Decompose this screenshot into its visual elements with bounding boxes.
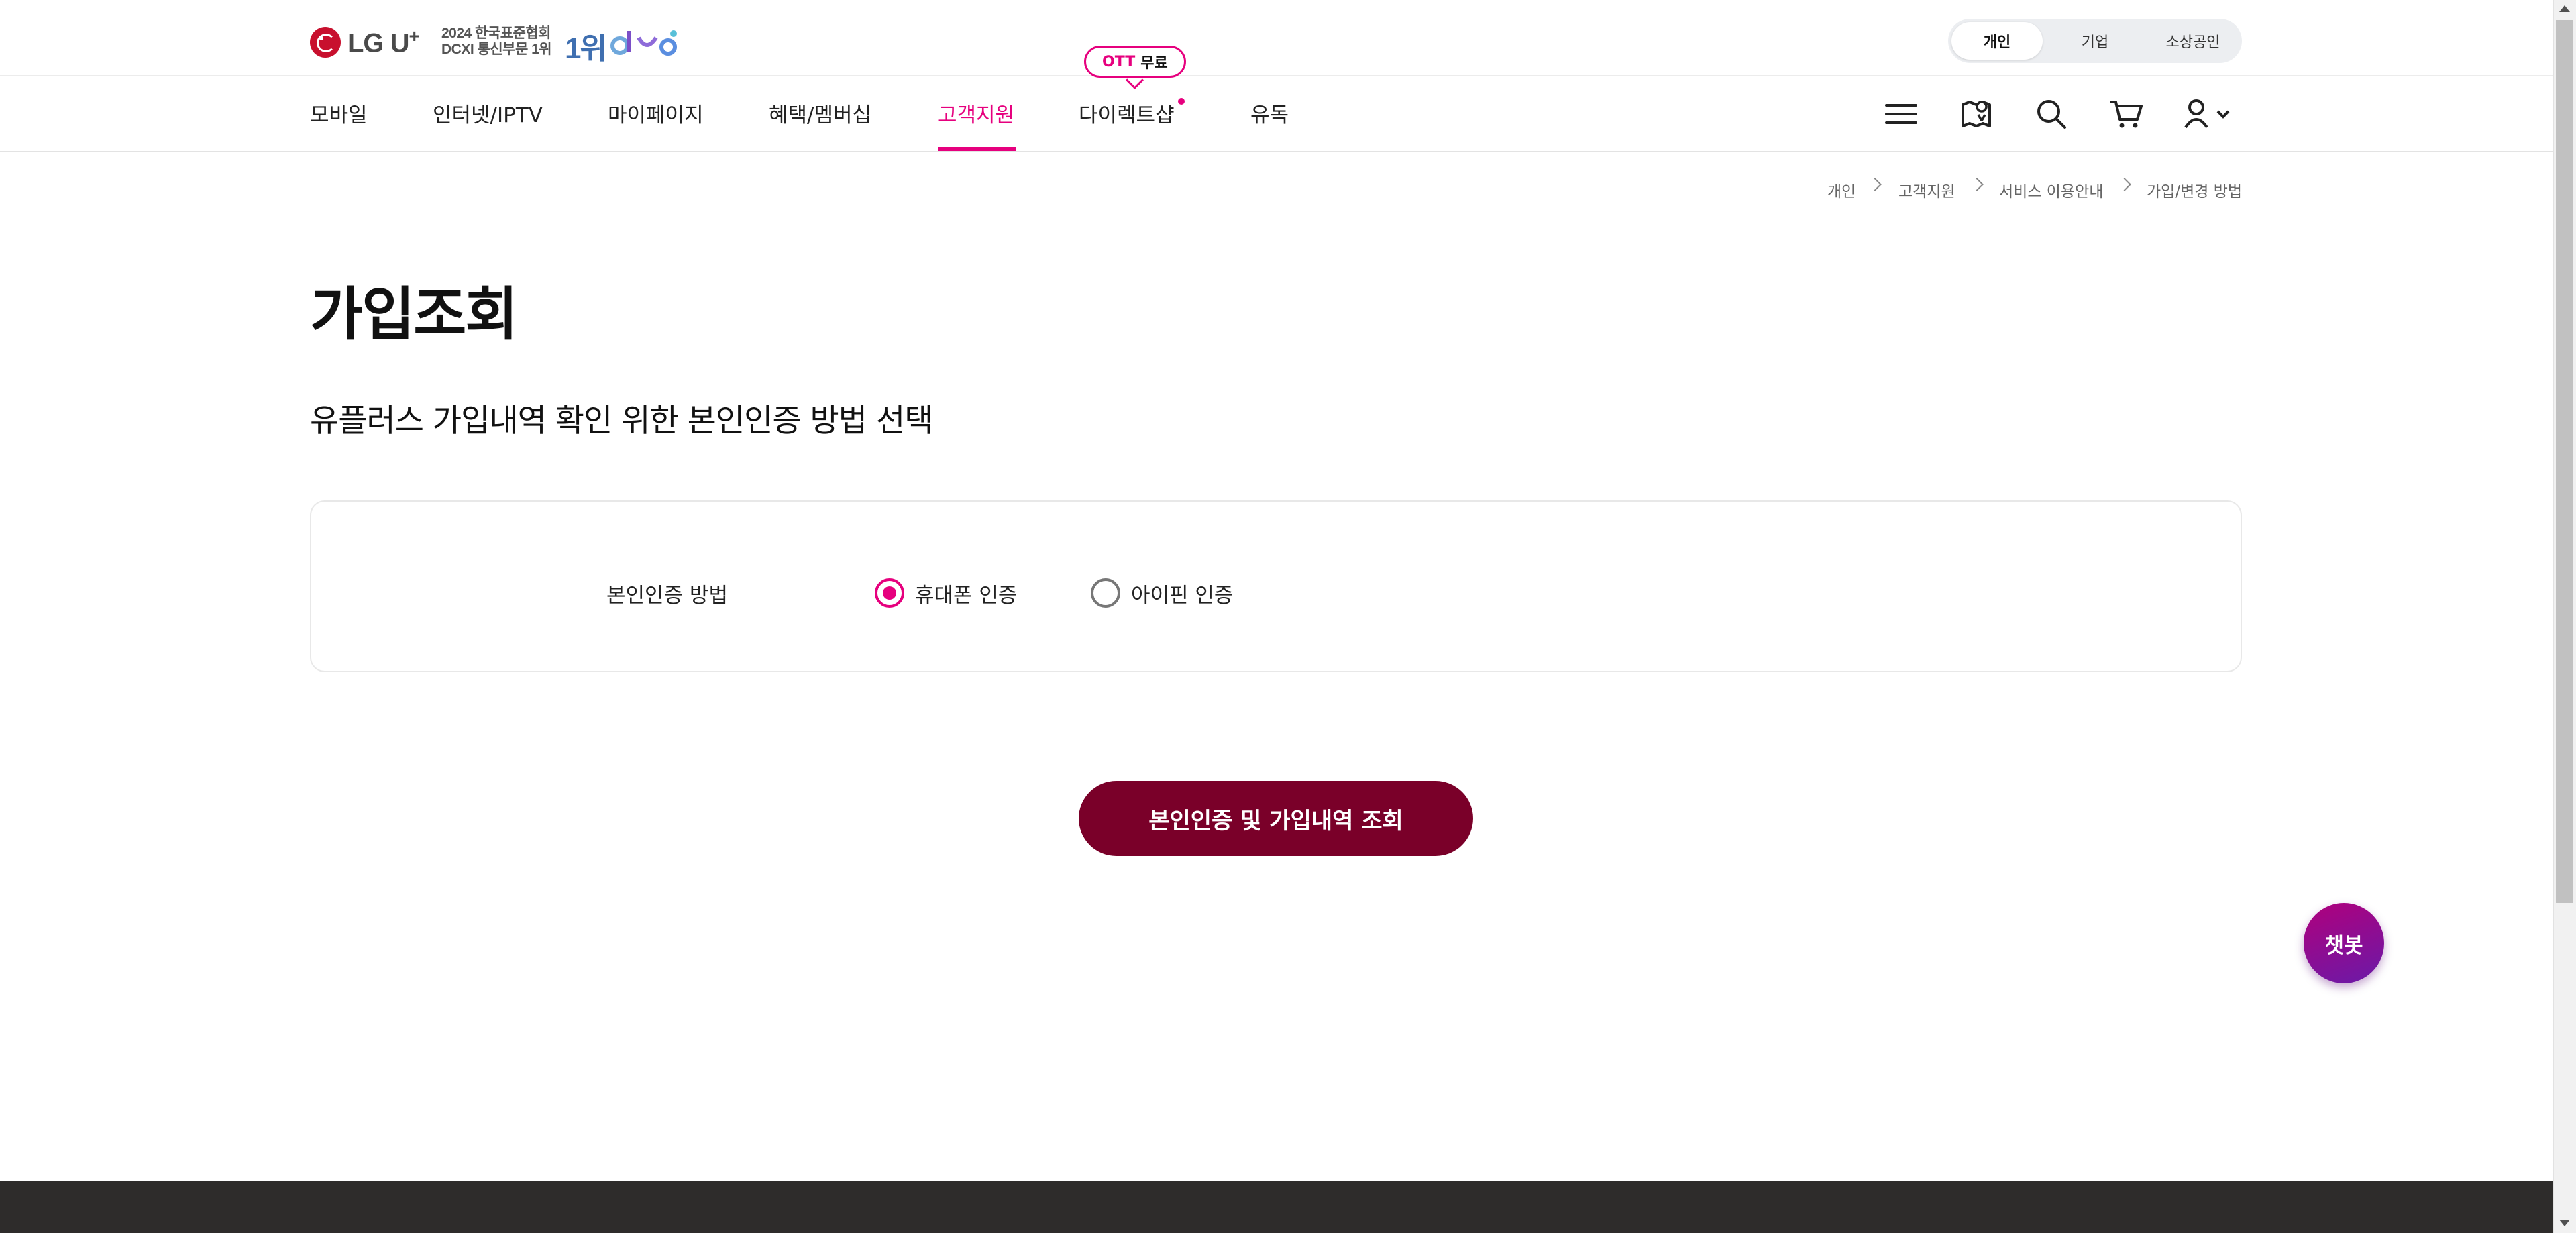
breadcrumb-item-current[interactable]: 가입/변경 방법 (2147, 178, 2242, 201)
audience-switcher: 개인 기업 소상공인 (1948, 19, 2242, 63)
auth-method-card (310, 500, 2242, 672)
nav-mobile[interactable]: 모바일 (310, 98, 368, 128)
logo-text: LG U+ (347, 25, 420, 58)
award-rank: 1위 (565, 32, 607, 65)
header-divider (0, 75, 2553, 76)
menu-icon[interactable] (1882, 95, 1920, 133)
chevron-right-icon (1970, 178, 1984, 191)
nav-yudok[interactable]: 유독 (1250, 98, 1289, 128)
radio-phone-auth-label[interactable]: 휴대폰 인증 (915, 578, 1017, 608)
ott-free-badge: OTT 무료 (1084, 46, 1186, 78)
breadcrumb-item-personal[interactable]: 개인 (1827, 178, 1856, 201)
radio-ipin-auth[interactable] (1091, 578, 1120, 608)
user-menu-icon[interactable] (2180, 95, 2241, 133)
nav-divider (0, 151, 2553, 152)
chevron-right-icon (2118, 178, 2131, 191)
nav-benefits-membership[interactable]: 혜택/멤버십 (769, 98, 871, 128)
radio-phone-auth[interactable] (875, 578, 904, 608)
scroll-down-arrow-icon[interactable] (2559, 1220, 2570, 1226)
audience-tab-personal[interactable]: 개인 (1951, 22, 2043, 60)
scroll-up-arrow-icon[interactable] (2559, 5, 2570, 12)
nav-customer-support[interactable]: 고객지원 (938, 98, 1014, 128)
award-text: 2024 한국표준협회 DCXI 통신부문 1위 (441, 25, 552, 57)
lg-uplus-logo[interactable]: LG U+ (310, 24, 420, 60)
verify-and-lookup-button[interactable]: 본인인증 및 가입내역 조회 (1079, 781, 1473, 856)
nav-direct-shop[interactable]: 다이렉트샵 (1079, 98, 1175, 128)
chatbot-button[interactable]: 챗봇 (2304, 903, 2384, 983)
search-icon[interactable] (2033, 95, 2070, 133)
footer (0, 1181, 2553, 1233)
breadcrumb-item-support[interactable]: 고객지원 (1898, 178, 1955, 201)
lg-logo-icon (310, 27, 341, 58)
chevron-right-icon (1868, 178, 1882, 191)
new-dot (1178, 98, 1185, 105)
cart-icon[interactable] (2108, 95, 2145, 133)
page-title: 가입조회 (310, 281, 518, 348)
scrollbar-thumb[interactable] (2556, 20, 2573, 903)
nav-mypage[interactable]: 마이페이지 (608, 98, 704, 128)
store-map-icon[interactable] (1957, 95, 1995, 133)
auth-method-label: 본인인증 방법 (606, 584, 728, 608)
breadcrumb-item-service-guide[interactable]: 서비스 이용안내 (1999, 178, 2103, 201)
dcxi-logo-icon (610, 30, 677, 56)
nav-internet-iptv[interactable]: 인터넷/IPTV (433, 98, 543, 128)
audience-tab-small-business[interactable]: 소상공인 (2147, 22, 2239, 60)
page-subtitle: 유플러스 가입내역 확인 위한 본인인증 방법 선택 (310, 403, 933, 439)
radio-ipin-auth-label[interactable]: 아이핀 인증 (1131, 578, 1233, 608)
audience-tab-business[interactable]: 기업 (2049, 22, 2141, 60)
